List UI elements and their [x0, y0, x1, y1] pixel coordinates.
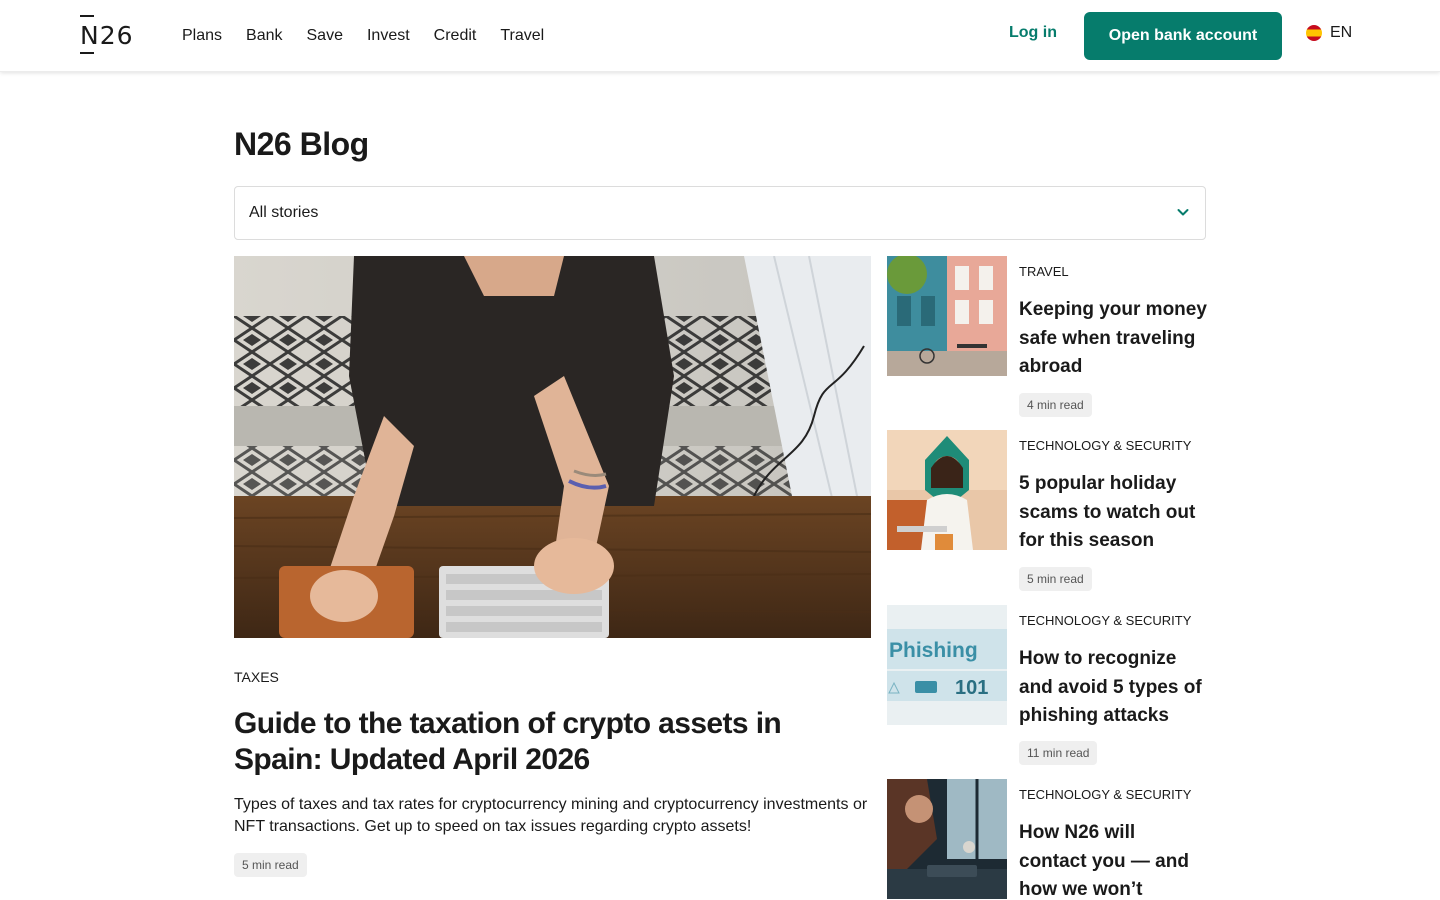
n26-logo[interactable]: N26 — [80, 15, 133, 54]
phishing-thumb-text: Phishing — [889, 639, 978, 662]
language-label: EN — [1330, 24, 1353, 41]
side-article-title: Keeping your money safe when traveling a… — [1019, 299, 1207, 377]
side-article-read-time: 4 min read — [1019, 393, 1092, 417]
featured-article-image[interactable] — [234, 256, 871, 638]
featured-category: TAXES — [234, 669, 279, 685]
main-nav: Plans Bank Save Invest Credit Travel — [182, 0, 568, 72]
chevron-down-icon — [1177, 209, 1189, 216]
logo-text: N26 — [80, 20, 134, 50]
nav-credit[interactable]: Credit — [434, 27, 477, 45]
language-selector[interactable]: EN — [1306, 24, 1352, 42]
side-article-thumbnail — [887, 256, 1007, 376]
side-article-thumbnail: Phishing 101 — [887, 605, 1007, 725]
page-title: N26 Blog — [234, 126, 369, 162]
open-bank-account-button[interactable]: Open bank account — [1084, 12, 1282, 60]
nav-invest[interactable]: Invest — [367, 27, 410, 45]
side-article[interactable]: TRAVEL Keeping your money safe when trav… — [887, 256, 1207, 420]
featured-title[interactable]: Guide to the taxation of crypto assets i… — [234, 706, 874, 778]
site-header: N26 Plans Bank Save Invest Credit Travel… — [0, 0, 1440, 72]
side-article[interactable]: Phishing 101 TECHNOLOGY & SECURITY How t… — [887, 605, 1207, 769]
nav-travel[interactable]: Travel — [500, 27, 544, 45]
side-article-thumbnail — [887, 430, 1007, 550]
side-article[interactable]: TECHNOLOGY & SECURITY How N26 will conta… — [887, 779, 1207, 900]
side-article-thumbnail — [887, 779, 1007, 899]
side-article-read-time: 5 min read — [1019, 567, 1092, 591]
side-article-title: How to recognize and avoid 5 types of ph… — [1019, 648, 1202, 726]
nav-plans[interactable]: Plans — [182, 27, 222, 45]
login-link[interactable]: Log in — [1009, 24, 1057, 42]
featured-description: Types of taxes and tax rates for cryptoc… — [234, 796, 868, 835]
side-article-category: TECHNOLOGY & SECURITY — [1019, 787, 1192, 802]
side-article[interactable]: TECHNOLOGY & SECURITY 5 popular holiday … — [887, 430, 1207, 594]
side-article-title: How N26 will contact you — and how we wo… — [1019, 822, 1189, 900]
side-article-title: 5 popular holiday scams to watch out for… — [1019, 473, 1196, 551]
phishing-thumb-number: 101 — [955, 677, 988, 699]
featured-read-time: 5 min read — [234, 853, 307, 877]
nav-bank[interactable]: Bank — [246, 27, 282, 45]
story-filter-select[interactable]: All stories — [234, 186, 1206, 240]
side-article-category: TECHNOLOGY & SECURITY — [1019, 438, 1192, 453]
side-article-category: TRAVEL — [1019, 264, 1069, 279]
nav-save[interactable]: Save — [307, 27, 343, 45]
spain-flag-icon — [1306, 25, 1322, 41]
side-article-read-time: 11 min read — [1019, 741, 1098, 765]
story-filter-value: All stories — [249, 204, 319, 221]
logo-bar-bottom — [80, 52, 94, 54]
side-article-category: TECHNOLOGY & SECURITY — [1019, 613, 1192, 628]
featured-image-illustration — [234, 256, 871, 638]
logo-bar-top — [80, 15, 94, 17]
